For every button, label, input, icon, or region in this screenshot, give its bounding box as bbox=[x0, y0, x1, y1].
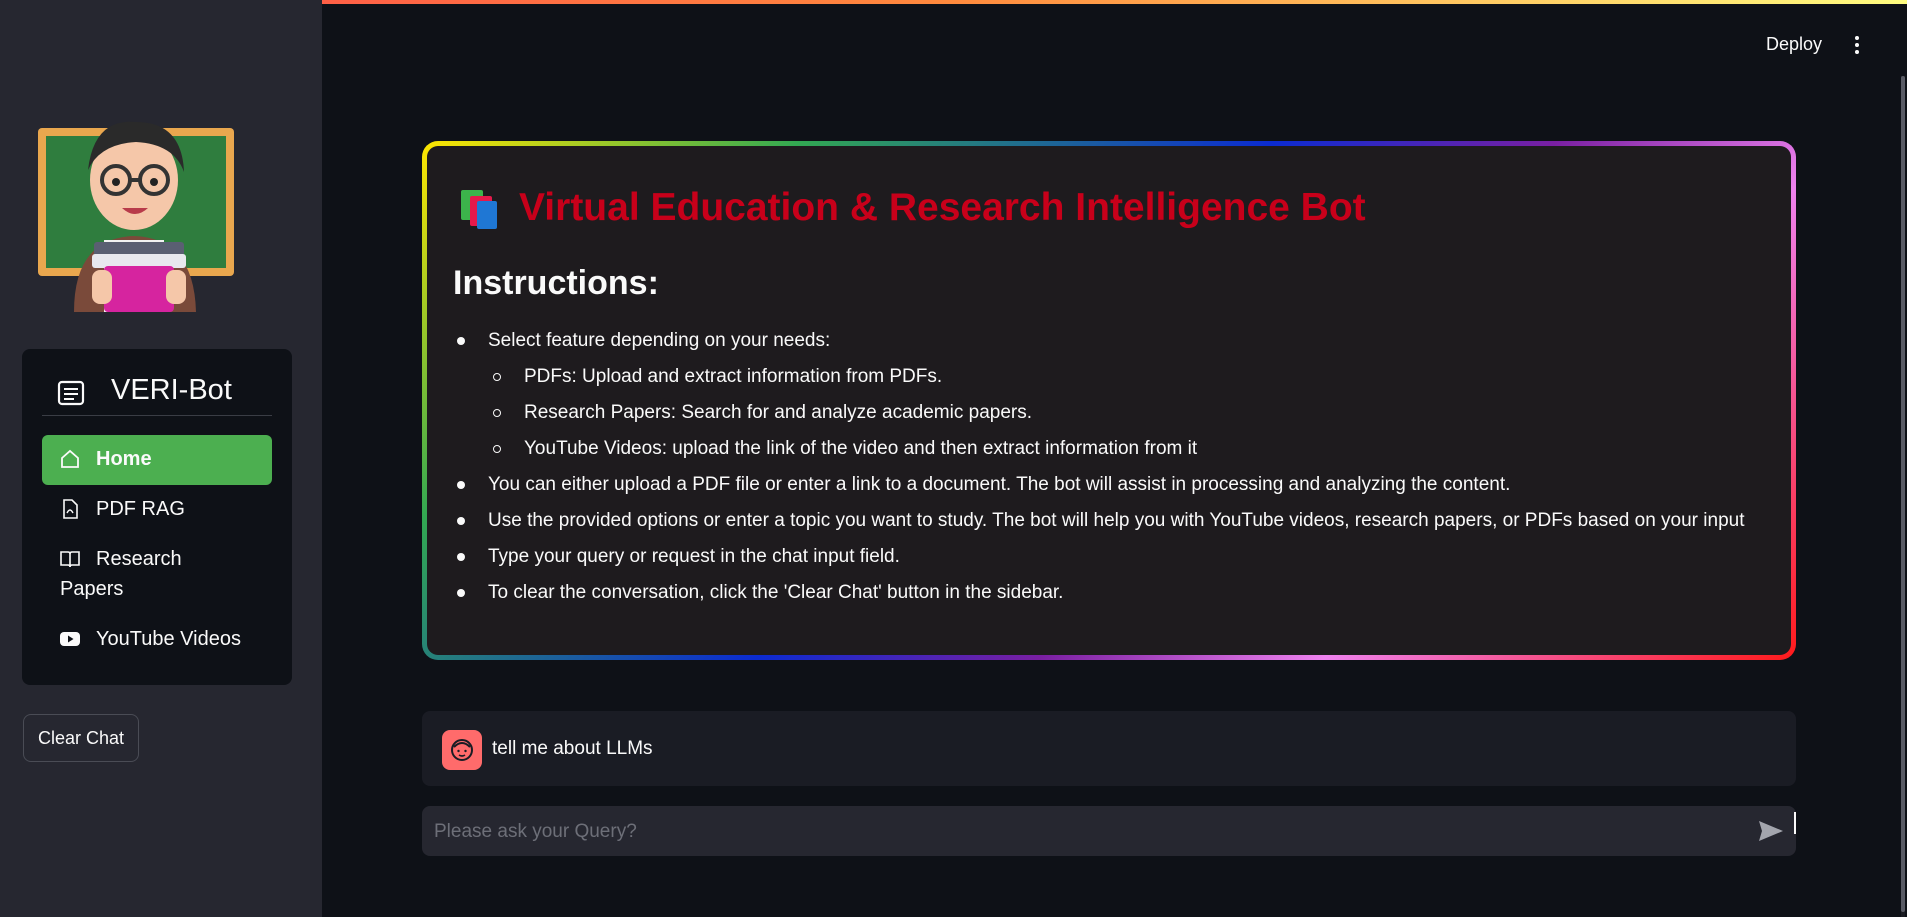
user-avatar bbox=[442, 730, 482, 770]
instruction-item: You can either upload a PDF file or ente… bbox=[488, 474, 1511, 495]
sidebar-item-label: PDF RAG bbox=[96, 498, 185, 520]
file-pdf-icon bbox=[63, 499, 78, 519]
sidebar-item-research-papers[interactable]: Research Papers bbox=[42, 535, 272, 613]
chat-input[interactable] bbox=[432, 814, 1736, 850]
clear-chat-button[interactable]: Clear Chat bbox=[23, 714, 139, 762]
sidebar-item-pdf-rag[interactable]: PDF RAG bbox=[42, 485, 272, 535]
sidebar-item-home[interactable]: Home bbox=[42, 435, 272, 485]
scrollbar-thumb[interactable] bbox=[1901, 76, 1905, 912]
deploy-button[interactable]: Deploy bbox=[1766, 34, 1822, 55]
instructions-card: Virtual Education & Research Intelligenc… bbox=[422, 141, 1796, 660]
chat-message-user: tell me about LLMs bbox=[422, 711, 1796, 786]
teacher-avatar-image bbox=[34, 108, 240, 312]
menu-title: VERI-Bot bbox=[111, 374, 232, 406]
sub-bullet-marker bbox=[493, 445, 501, 453]
sub-bullet-marker bbox=[493, 373, 501, 381]
instruction-item: To clear the conversation, click the 'Cl… bbox=[488, 582, 1064, 603]
youtube-icon bbox=[60, 632, 80, 646]
bullet-marker bbox=[457, 589, 465, 597]
sidebar-item-label: Home bbox=[96, 448, 152, 470]
bullet-marker bbox=[457, 481, 465, 489]
send-icon[interactable] bbox=[1758, 820, 1784, 842]
bullet-marker bbox=[457, 337, 465, 345]
book-open-icon bbox=[60, 551, 80, 568]
books-icon bbox=[461, 190, 497, 229]
chat-input-container bbox=[422, 806, 1796, 856]
sidebar-item-label-line2: Papers bbox=[60, 578, 124, 600]
sub-bullet-marker bbox=[493, 409, 501, 417]
chat-document-icon bbox=[57, 380, 85, 406]
bullet-marker bbox=[457, 553, 465, 561]
text-cursor bbox=[1794, 812, 1796, 834]
sidebar-item-label: YouTube Videos bbox=[96, 628, 241, 650]
instruction-item: Type your query or request in the chat i… bbox=[488, 546, 900, 567]
sidebar: VERI-Bot Home PDF RAG Research Papers Yo… bbox=[0, 0, 322, 917]
sidebar-item-youtube-videos[interactable]: YouTube Videos bbox=[42, 615, 272, 665]
instructions-heading: Instructions: bbox=[453, 264, 659, 302]
instruction-subitem: Research Papers: Search for and analyze … bbox=[524, 402, 1032, 423]
main-menu-icon[interactable] bbox=[1849, 34, 1865, 58]
page-title: Virtual Education & Research Intelligenc… bbox=[519, 186, 1366, 229]
instruction-item: Use the provided options or enter a topi… bbox=[488, 510, 1745, 531]
instruction-subitem: YouTube Videos: upload the link of the v… bbox=[524, 438, 1198, 459]
navigation-menu: VERI-Bot Home PDF RAG Research Papers Yo… bbox=[22, 349, 292, 685]
instruction-subitem: PDFs: Upload and extract information fro… bbox=[524, 366, 943, 387]
bullet-marker bbox=[457, 517, 465, 525]
house-icon bbox=[61, 449, 79, 468]
user-face-icon bbox=[451, 739, 473, 761]
chat-message-text: tell me about LLMs bbox=[492, 738, 653, 759]
instruction-item: Select feature depending on your needs: bbox=[488, 330, 831, 351]
sidebar-item-label: Research bbox=[96, 548, 182, 570]
